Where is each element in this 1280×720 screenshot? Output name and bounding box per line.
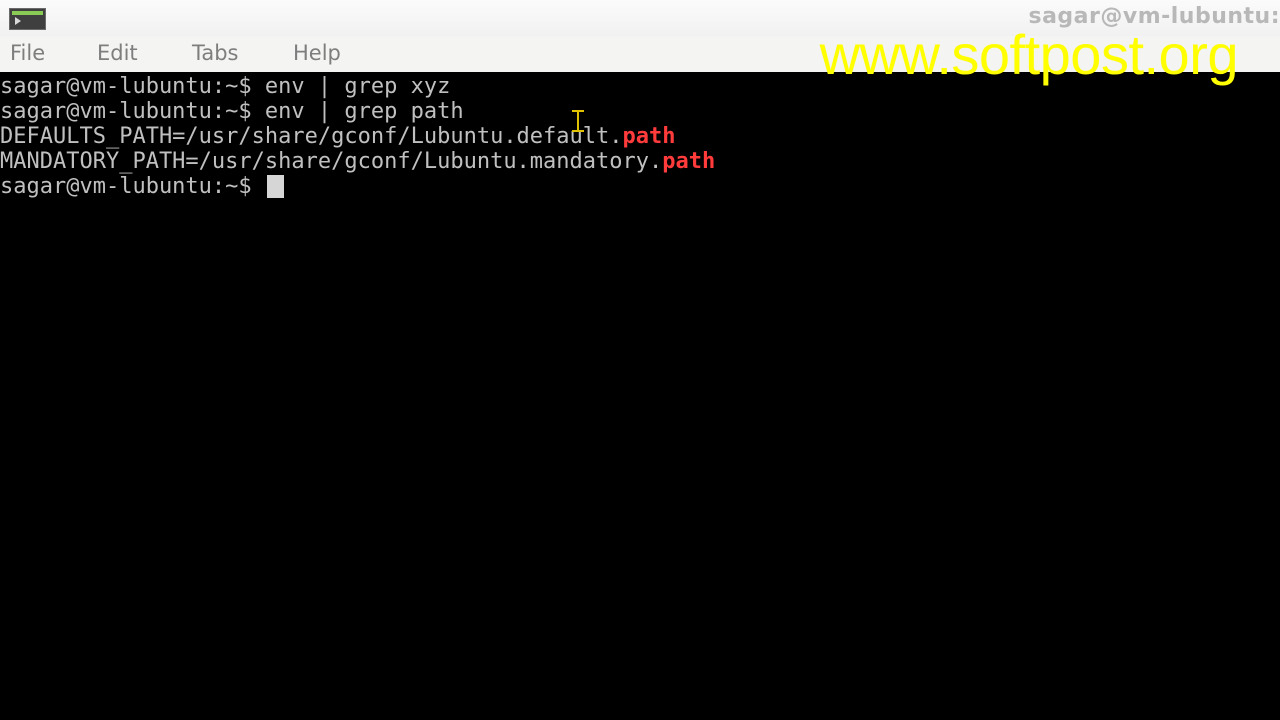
watermark-text: www.softpost.org — [819, 23, 1239, 86]
menu-help[interactable]: Help — [293, 41, 341, 65]
terminal-line-command-2: sagar@vm-lubuntu:~$ env | grep path — [0, 99, 464, 124]
terminal-window: sagar@vm-lubuntu: File Edit Tabs Help sa… — [0, 0, 1280, 720]
icon-title-strip — [12, 11, 43, 15]
terminal-line-command-1: sagar@vm-lubuntu:~$ env | grep xyz — [0, 74, 451, 99]
menu-edit[interactable]: Edit — [97, 41, 138, 65]
env-var-text: MANDATORY_PATH=/usr/share/gconf/Lubuntu.… — [0, 149, 663, 174]
terminal-line-prompt[interactable]: sagar@vm-lubuntu:~$ — [0, 174, 284, 199]
env-var-text: DEFAULTS_PATH=/usr/share/gconf/Lubuntu.d… — [0, 124, 623, 149]
menu-file[interactable]: File — [10, 41, 45, 65]
terminal-app-icon[interactable] — [9, 8, 46, 30]
grep-match-highlight: path — [622, 124, 676, 149]
text-cursor — [266, 175, 284, 198]
menu-tabs[interactable]: Tabs — [192, 41, 239, 65]
grep-match-highlight: path — [662, 149, 716, 174]
terminal-line-mandatory-path: MANDATORY_PATH=/usr/share/gconf/Lubuntu.… — [0, 149, 715, 174]
terminal-output[interactable]: sagar@vm-lubuntu:~$ env | grep xyz sagar… — [0, 72, 1280, 720]
mouse-ibeam-cursor-icon — [572, 110, 584, 132]
shell-prompt: sagar@vm-lubuntu:~$ — [0, 174, 265, 199]
icon-prompt-glyph — [15, 17, 21, 25]
